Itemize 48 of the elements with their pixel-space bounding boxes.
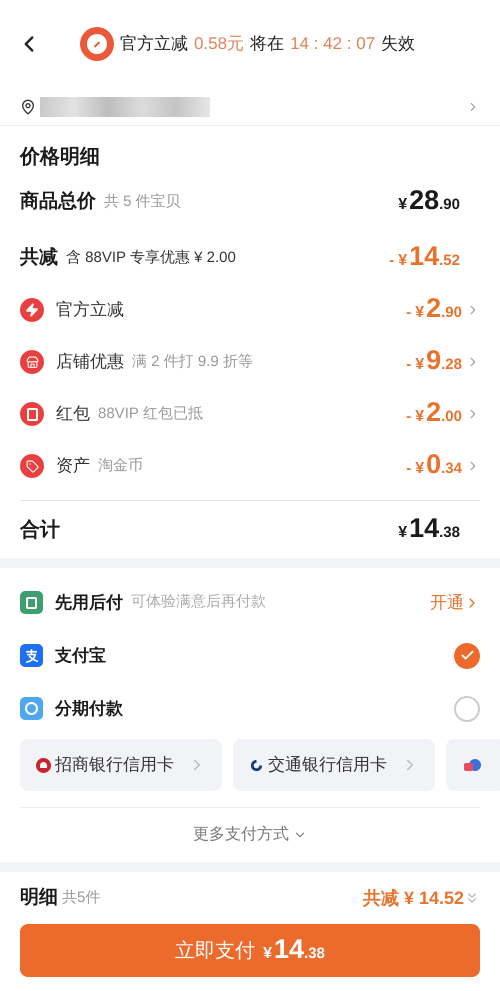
bank-logo-icon [36, 758, 51, 772]
installment-icon [20, 697, 43, 720]
lightning-icon [20, 298, 44, 322]
countdown-value: 14 : 42 : 07 [290, 33, 376, 56]
discount-amount: - ¥0.34 [406, 451, 462, 481]
summary-amount: ¥28.90 [398, 187, 460, 217]
notice-text: 官方立减 [120, 33, 188, 56]
discount-amount: - ¥9.28 [406, 347, 462, 377]
notice-text: 失效 [381, 33, 416, 56]
bank-logo-icon [249, 758, 264, 772]
bank-card-option[interactable] [446, 739, 500, 791]
location-icon [20, 98, 36, 114]
total-amount: ¥14.38 [398, 514, 460, 544]
discount-row[interactable]: 红包 88VIP 红包已抵 - ¥2.00 [20, 388, 480, 440]
discount-note: 淘金币 [98, 456, 143, 476]
discount-row[interactable]: 店铺优惠 满 2 件打 9.9 折等 - ¥9.28 [20, 336, 480, 388]
summary-amount: - ¥14.52 [389, 243, 460, 273]
alarm-clock-icon [80, 27, 114, 61]
payment-method-row[interactable]: 先用后付 可体验满意后再付款 开通 [20, 576, 480, 629]
summary-note: 含 88VIP 专享优惠 ¥ 2.00 [66, 248, 236, 268]
envelope-icon [20, 402, 44, 426]
item-count: 共5件 [62, 888, 100, 908]
payment-method-row[interactable]: 分期付款 [20, 682, 480, 735]
detail-label: 明细 [20, 886, 58, 910]
tag-icon [20, 454, 44, 478]
summary-note: 共 5 件宝贝 [104, 192, 181, 212]
section-title: 价格明细 [20, 145, 101, 170]
bank-card-option[interactable]: 招商银行信用卡 [20, 739, 222, 791]
countdown-value: 0.58元 [194, 33, 244, 56]
discount-note: 88VIP 红包已抵 [98, 404, 203, 424]
selected-radio[interactable] [454, 642, 480, 668]
payment-method-row[interactable]: 支付宝 [20, 629, 480, 682]
more-payment-link[interactable]: 更多支付方式 [193, 823, 307, 847]
discount-row[interactable]: 官方立减 - ¥2.90 [20, 284, 480, 336]
discount-amount: - ¥2.00 [406, 399, 462, 429]
pay-amount: ¥14.38 [263, 936, 325, 966]
bank-card-option[interactable]: 交通银行信用卡 [233, 739, 435, 791]
summary-label: 商品总价 [20, 190, 96, 214]
method-note: 可体验满意后再付款 [131, 592, 266, 612]
total-label: 合计 [20, 518, 60, 542]
alipay-icon [20, 644, 43, 667]
radio-button[interactable] [454, 696, 480, 722]
store-icon [20, 350, 44, 374]
summary-label: 共减 [20, 246, 58, 270]
discount-row[interactable]: 资产 淘金币 - ¥0.34 [20, 440, 480, 492]
discount-amount: - ¥2.90 [406, 295, 462, 325]
discount-note: 满 2 件打 9.9 折等 [132, 352, 253, 372]
notice-text: 将在 [250, 33, 284, 56]
